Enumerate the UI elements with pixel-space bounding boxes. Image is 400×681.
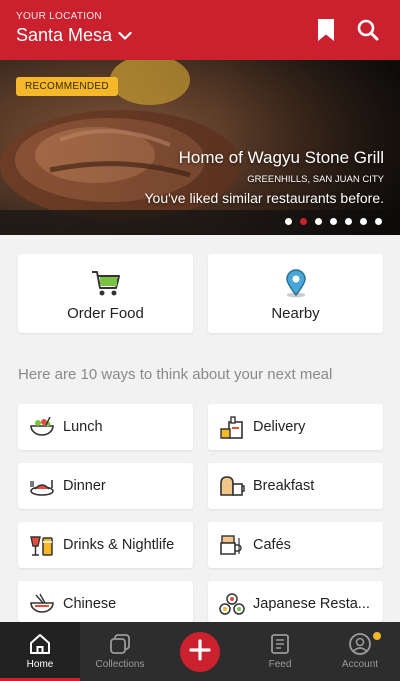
category-dinner[interactable]: Dinner [18, 463, 193, 509]
featured-restaurant-banner[interactable]: RECOMMENDED Home of Wagyu Stone Grill GR… [0, 60, 400, 235]
category-label: Delivery [253, 419, 306, 435]
category-label: Lunch [63, 419, 103, 435]
carousel-dot-active[interactable] [300, 218, 307, 225]
app-header: YOUR LOCATION Santa Mesa [0, 0, 400, 60]
carousel-dot[interactable] [330, 218, 337, 225]
nav-feed[interactable]: Feed [240, 622, 320, 681]
nav-collections[interactable]: Collections [80, 622, 160, 681]
category-breakfast[interactable]: Breakfast [208, 463, 383, 509]
category-label: Drinks & Nightlife [63, 537, 175, 553]
plus-icon [189, 638, 211, 666]
location-selector[interactable]: Santa Mesa [16, 25, 132, 46]
location-name: Santa Mesa [16, 25, 113, 45]
home-icon [28, 632, 52, 656]
category-label: Breakfast [253, 478, 315, 494]
nav-account[interactable]: Account [320, 622, 400, 681]
sushi-icon [218, 591, 246, 617]
chevron-down-icon [118, 31, 132, 41]
nav-collections-label: Collections [95, 659, 145, 670]
location-label: YOUR LOCATION [16, 11, 102, 22]
carousel-dot[interactable] [315, 218, 322, 225]
nav-feed-label: Feed [268, 659, 292, 670]
restaurant-name: Home of Wagyu Stone Grill [178, 148, 384, 167]
carousel-dots [285, 218, 382, 225]
category-cafes[interactable]: Cafés [208, 522, 383, 568]
category-drinks-nightlife[interactable]: Drinks & Nightlife [18, 522, 193, 568]
carousel-dot[interactable] [285, 218, 292, 225]
order-food-card[interactable]: Order Food [18, 254, 193, 333]
nearby-card[interactable]: Nearby [208, 254, 383, 333]
nav-account-label: Account [341, 659, 379, 670]
category-japanese-restaurants[interactable]: Japanese Resta... [208, 581, 383, 622]
order-food-label: Order Food [67, 305, 144, 322]
category-label: Cafés [253, 537, 291, 553]
feed-icon [268, 632, 292, 656]
salad-bowl-icon [28, 414, 56, 440]
toast-coffee-icon [218, 473, 246, 499]
recommended-badge: RECOMMENDED [16, 77, 118, 96]
category-label: Japanese Resta... [253, 596, 370, 612]
carousel-dot[interactable] [375, 218, 382, 225]
nav-home[interactable]: Home [0, 622, 80, 681]
shopping-cart-icon [90, 268, 122, 298]
category-chinese[interactable]: Chinese [18, 581, 193, 622]
category-delivery[interactable]: Delivery [208, 404, 383, 450]
noodle-bowl-icon [28, 591, 56, 617]
dinner-plate-icon [28, 473, 56, 499]
account-icon [348, 632, 372, 656]
notification-dot [373, 632, 381, 640]
section-title: Here are 10 ways to think about your nex… [18, 366, 333, 383]
nav-home-label: Home [26, 659, 54, 670]
restaurant-location: GREENHILLS, SAN JUAN CITY [247, 174, 384, 185]
bookmark-icon[interactable] [314, 18, 338, 42]
carousel-dot[interactable] [345, 218, 352, 225]
add-button[interactable] [180, 632, 220, 672]
category-label: Dinner [63, 478, 106, 494]
recommendation-reason: You've liked similar restaurants before. [144, 190, 385, 206]
search-icon[interactable] [356, 18, 380, 42]
category-lunch[interactable]: Lunch [18, 404, 193, 450]
coffee-cup-icon [218, 532, 246, 558]
cocktail-icon [28, 532, 56, 558]
collections-icon [108, 632, 132, 656]
map-pin-icon [280, 268, 312, 298]
category-label: Chinese [63, 596, 117, 612]
carousel-dot[interactable] [360, 218, 367, 225]
nearby-label: Nearby [271, 305, 320, 322]
delivery-bag-icon [218, 414, 246, 440]
